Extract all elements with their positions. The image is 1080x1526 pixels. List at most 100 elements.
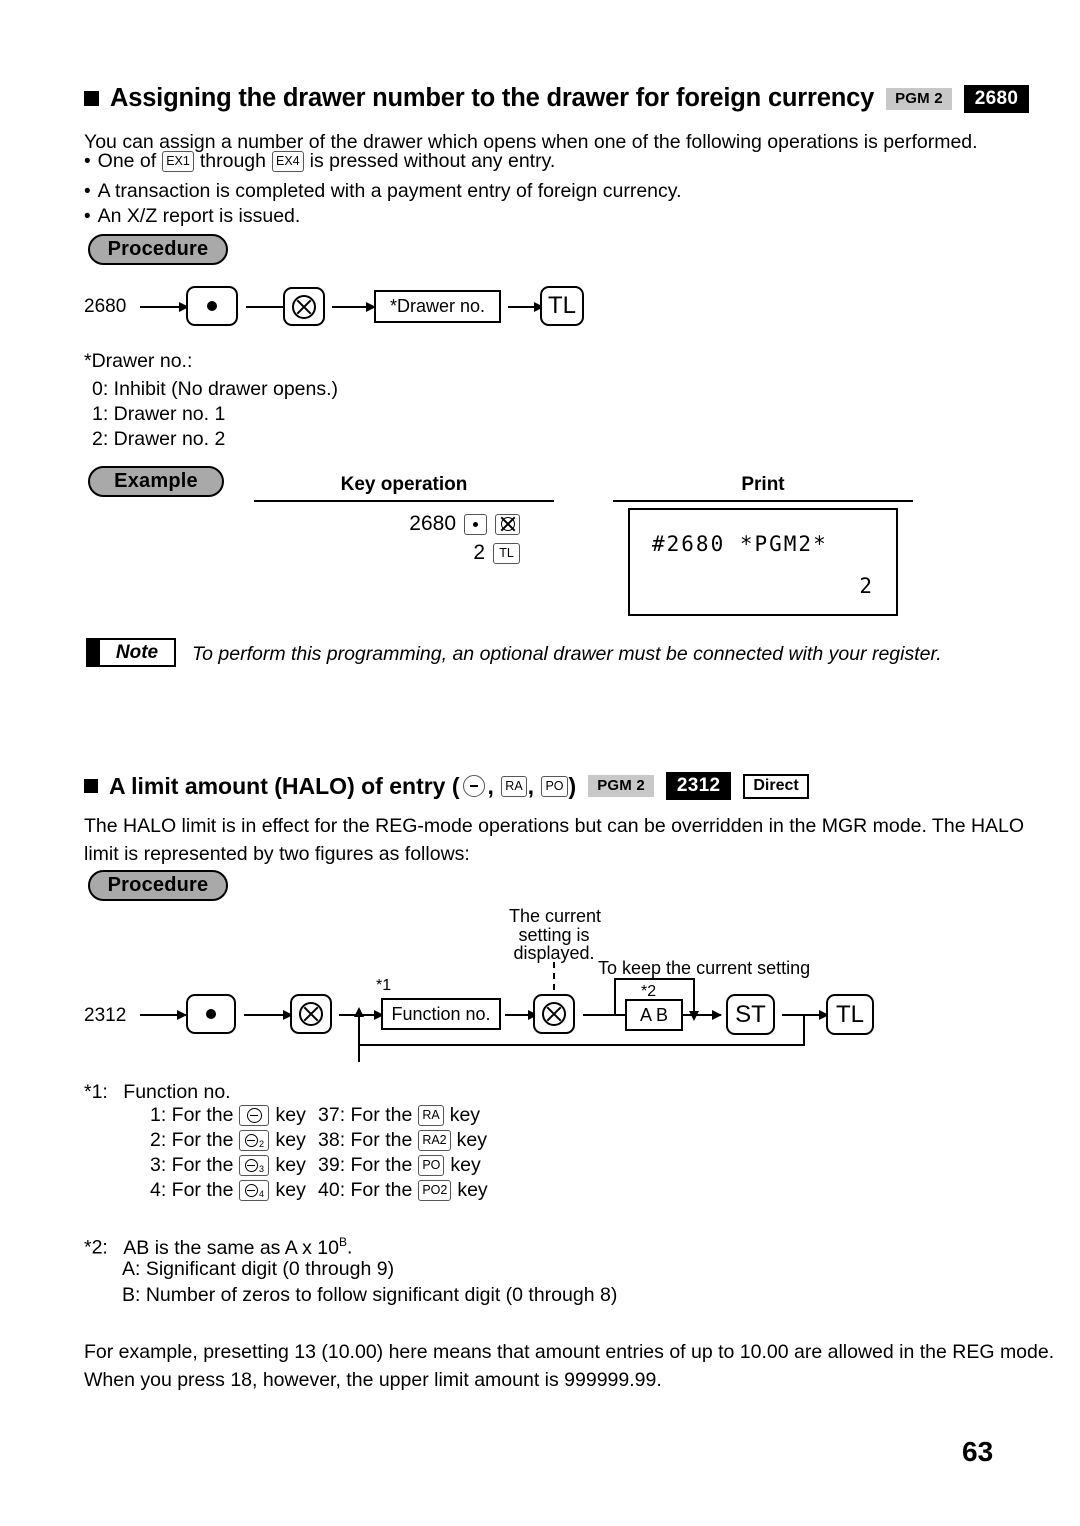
fn-left-item-4: 4: For the 4 key (150, 1179, 306, 1202)
po-key-icon: PO (541, 775, 568, 797)
po2-key-icon: PO2 (418, 1180, 452, 1201)
tl-key-icon: TL (493, 542, 520, 564)
flow1-arrow-4 (508, 302, 544, 312)
ra2-key-icon: RA2 (418, 1130, 451, 1151)
flow1-drawer-no-box: *Drawer no. (374, 290, 501, 323)
fn-right-item-1: 37: For the RA key (318, 1104, 480, 1127)
fn-left-2-num: 2: For the (150, 1129, 234, 1151)
multiply-key-icon (542, 1002, 566, 1026)
annotation-current-line1: The current (509, 906, 602, 926)
flow2-multiply-key-2 (533, 994, 575, 1034)
fn-left-4-tail: key (275, 1179, 306, 1201)
receipt-line-2: 2 (859, 574, 874, 598)
bullet-dot-icon: • (84, 180, 91, 202)
dot-key-icon (207, 301, 217, 311)
badge-pgm-mode: PGM 2 (886, 87, 952, 110)
flow2-bypass-left-riser (614, 978, 616, 1015)
multiply-key-icon (495, 513, 520, 535)
flow2-bypass-down-arrow (689, 978, 699, 1021)
print-receipt: #2680 *PGM2* 2 (628, 508, 898, 616)
fn-left-item-2: 2: For the 2 key (150, 1129, 306, 1152)
keyop-row-2: 2 TL (330, 541, 520, 565)
flow2-dot-key (186, 994, 236, 1034)
flow2-bypass-top (614, 978, 694, 980)
fn-right-1-tail: key (449, 1104, 481, 1126)
flow2-loop-right-drop (803, 1016, 805, 1046)
ra-key-icon: RA (501, 775, 527, 797)
bullet-1-mid: through (199, 150, 266, 172)
minus-key-icon (462, 775, 485, 797)
page-number: 63 (962, 1436, 994, 1467)
section2-title: A limit amount (HALO) of entry ( (109, 772, 460, 799)
fn-left-1-num: 1: For the (150, 1104, 234, 1126)
heading-comma-2: , (527, 772, 541, 799)
fn-right-3-num: 39: For the (318, 1154, 413, 1176)
flow2-tl-key: TL (826, 994, 874, 1035)
fn-right-3-tail: key (450, 1154, 481, 1176)
fn-left-4-num: 4: For the (150, 1179, 234, 1201)
flow1-arrow-3 (332, 302, 376, 312)
ab-mark: *2: (84, 1236, 108, 1259)
col-header-print: Print (741, 474, 785, 495)
annotation-current-leader (553, 962, 555, 990)
bullet-3-text: An X/Z report is issued. (97, 205, 301, 227)
procedure-pill-1: Procedure (88, 234, 228, 265)
keyop-row2-value: 2 (473, 541, 485, 564)
flow2-st-key: ST (726, 994, 775, 1035)
note-label-box: Note (98, 638, 176, 667)
drawer-no-legend-title: *Drawer no.: (84, 350, 193, 372)
document-page: Assigning the drawer number to the drawe… (0, 0, 1080, 1526)
bullet-1-pre: One of (97, 150, 157, 172)
section1-bullet-3: • An X/Z report is issued. (84, 205, 300, 228)
po-key-icon: PO (418, 1155, 445, 1176)
dot-key-icon (464, 513, 487, 535)
fn-list-label: Function no. (123, 1081, 231, 1103)
fn-left-2-tail: key (275, 1129, 306, 1151)
flow2-loop-return-arrow (354, 1007, 364, 1062)
fn-right-item-2: 38: For the RA2 key (318, 1129, 487, 1152)
fn-right-2-tail: key (456, 1129, 487, 1151)
drawer-option-1: 1: Drawer no. 1 (92, 403, 226, 425)
fn-right-4-num: 40: For the (318, 1179, 413, 1201)
flow1-multiply-key (283, 287, 325, 326)
ex1-key-icon: EX1 (162, 151, 194, 172)
annotation-keep-setting: To keep the current setting (598, 958, 811, 978)
annotation-current-line3: displayed. (513, 943, 595, 963)
closing-line2: When you press 18, however, the upper li… (84, 1369, 662, 1391)
fn-left-3-num: 3: For the (150, 1154, 234, 1176)
bullet-1-post: is pressed without any entry. (309, 150, 556, 172)
col-header-key-operation: Key operation (340, 474, 468, 495)
note-accent-bar (86, 638, 98, 667)
drawer-option-0: 0: Inhibit (No drawer opens.) (92, 378, 339, 400)
minus4-key-icon: 4 (239, 1180, 270, 1201)
fn-list-title: *1: Function no. (84, 1078, 231, 1106)
rule-print (613, 500, 913, 502)
ab-explain-line3: B: Number of zeros to follow significant… (122, 1284, 618, 1306)
keyop-row1-value: 2680 (409, 512, 456, 535)
fn-list-mark: *1: (84, 1081, 108, 1103)
flow1-arrow-1 (140, 302, 189, 312)
drawer-option-2: 2: Drawer no. 2 (92, 428, 226, 450)
receipt-line-1: #2680 *PGM2* (652, 532, 828, 556)
flow2-multiply-key-1 (290, 994, 332, 1034)
fn-left-item-3: 3: For the 3 key (150, 1154, 306, 1177)
flow2-arrow-2 (244, 1010, 293, 1020)
ex4-key-icon: EX4 (271, 151, 304, 172)
rule-key-operation (254, 500, 554, 502)
flow2-function-no-box: Function no. (381, 998, 501, 1030)
dot-key-icon (206, 1009, 216, 1019)
multiply-glyph (500, 517, 515, 531)
badge-direct: Direct (743, 773, 809, 799)
fn-left-item-1: 1: For the key (150, 1104, 306, 1127)
square-bullet-icon (84, 91, 99, 106)
badge-program-code: 2680 (963, 84, 1030, 113)
flow1-dot-key (186, 286, 238, 326)
fn-right-item-3: 39: For the PO key (318, 1154, 481, 1177)
multiply-key-icon (299, 1002, 323, 1026)
fn-left-3-tail: key (275, 1154, 306, 1176)
section1-bullet-1: • One of EX1 through EX4 is pressed with… (84, 150, 555, 173)
ra-key-icon: RA (418, 1105, 444, 1126)
badge-pgm-mode-2: PGM 2 (588, 775, 654, 797)
section2-title-close: ) (568, 772, 577, 799)
badge-program-code-2: 2312 (665, 772, 732, 800)
